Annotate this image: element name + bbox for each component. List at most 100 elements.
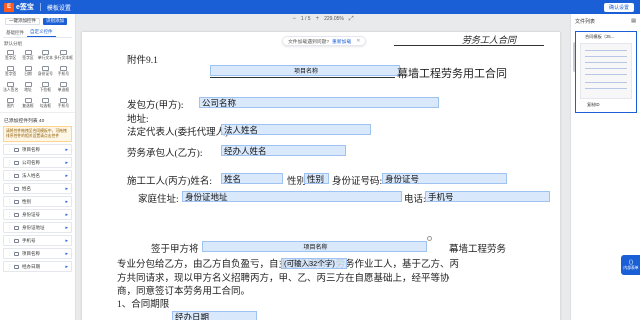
control-item[interactable]: 单选框 (54, 80, 73, 94)
control-item[interactable]: 地址 (19, 80, 36, 94)
control-icon (59, 98, 67, 103)
expand-icon[interactable]: ▸ (65, 160, 68, 166)
control-icon (7, 82, 15, 87)
recognize-add-button[interactable]: 识别添加 (43, 17, 67, 25)
control-icon (59, 50, 67, 55)
expand-icon[interactable]: ▸ (65, 147, 68, 153)
control-item[interactable]: 复选框 (19, 96, 36, 110)
project-name-field-2[interactable]: 项目名称 (202, 241, 427, 252)
group-title[interactable]: 默认分组 (0, 38, 75, 48)
phone-field[interactable]: 手机号 (425, 191, 550, 202)
party-a-label: 发包方(甲方): (127, 101, 184, 111)
file-thumbnail[interactable] (580, 43, 632, 99)
control-icon (41, 98, 49, 103)
collapse-icon[interactable]: ▤ (631, 18, 636, 24)
control-icon (24, 82, 32, 87)
control-item[interactable]: 勾选框 (37, 96, 54, 110)
drag-handle-icon[interactable]: ⋮⋮ (7, 160, 17, 166)
expand-icon[interactable]: ▸ (65, 212, 68, 218)
gender-field[interactable]: 性别 (304, 173, 329, 184)
zoom-in-button[interactable]: + (316, 16, 320, 22)
drag-handle-icon[interactable]: ⋮⋮ (7, 238, 17, 244)
field-list-item[interactable]: ⋮⋮ 姓名 ▸ (3, 183, 72, 194)
id-number-label: 身份证号码: (332, 177, 383, 187)
rotate-handle-icon[interactable] (427, 236, 432, 241)
brand: E e签宝 (0, 0, 34, 14)
control-icon (41, 66, 49, 71)
company-name-field[interactable]: 公司名称 (199, 97, 439, 108)
document-page: 劳务工人合同 附件9.1 项目名称 幕墙工程劳务用工合同 发包方(甲方): 公司… (82, 32, 560, 320)
control-item[interactable]: 签字区 (2, 48, 19, 62)
field-list-item[interactable]: ⋮⋮ 法人姓名 ▸ (3, 170, 72, 181)
reload-link[interactable]: 重新加载 (332, 38, 351, 45)
drag-handle-icon[interactable]: ⋮⋮ (7, 264, 17, 270)
field-list-item[interactable]: ⋮⋮ 公司名称 ▸ (3, 157, 72, 168)
confirm-settings-button[interactable]: 确认设置 (604, 2, 634, 12)
control-item[interactable]: 签字区 (19, 48, 36, 62)
field-list-item[interactable]: ⋮⋮ 项目名称 ▸ (3, 144, 72, 155)
internal-form-tab[interactable]: ⟨⟩ 内部表单 (621, 255, 640, 275)
name-field[interactable]: 姓名 (221, 173, 283, 184)
control-grid: 签字区 签字区 单行文本 多行文本框 签字签 日期 身份证号 手机号 法人签名 … (0, 48, 75, 110)
control-item[interactable]: 手机号 (54, 64, 73, 78)
drag-handle-icon[interactable]: ⋮⋮ (7, 225, 17, 231)
file-name: 合同模板（25... (585, 34, 615, 39)
tab-basic-controls[interactable]: 基础控件 (3, 28, 27, 37)
legal-name-field[interactable]: 法人姓名 (221, 124, 371, 135)
text-field-icon (14, 199, 19, 204)
expand-icon[interactable]: ▸ (65, 238, 68, 244)
copy-id-button[interactable]: 复制ID (576, 100, 636, 108)
drag-handle-icon[interactable]: ⋮⋮ (7, 251, 17, 257)
header-underline (394, 45, 544, 46)
drag-handle-icon[interactable]: ⋮⋮ (7, 212, 17, 218)
field-list-item[interactable]: ⋮⋮ 身份证号 ▸ (3, 209, 72, 220)
field-list-item[interactable]: ⋮⋮ 经办日期 ▸ (3, 261, 72, 272)
one-click-add-button[interactable]: 一键添加控件 (5, 17, 40, 25)
field-list-item[interactable]: ⋮⋮ 手机号 ▸ (3, 235, 72, 246)
control-item[interactable]: 图片 (2, 96, 19, 110)
agent-name-field[interactable]: 经办人姓名 (221, 145, 346, 156)
control-item[interactable]: 多行文本框 (54, 48, 73, 62)
drag-handle-icon[interactable]: ⋮⋮ (7, 173, 17, 179)
expand-icon[interactable]: ▸ (65, 173, 68, 179)
field-list-item[interactable]: ⋮⋮ 性别 ▸ (3, 196, 72, 207)
topbar-divider (39, 3, 41, 11)
project-name-field[interactable]: 项目名称 (210, 65, 400, 76)
control-label: 签字区 (22, 56, 34, 60)
zoom-out-button[interactable]: − (292, 16, 296, 22)
control-item[interactable]: 签字签 (2, 64, 19, 78)
close-icon[interactable]: ✕ (356, 39, 360, 44)
control-item[interactable]: 单行文本 (37, 48, 54, 62)
section-1-heading: 1、合同期限 (117, 300, 170, 310)
tab-custom-controls[interactable]: 自定义控件 (27, 28, 56, 37)
fit-page-icon[interactable]: ⤢ (349, 16, 354, 23)
id-address-field[interactable]: 身份证地址 (182, 191, 402, 202)
file-card[interactable]: 合同模板（25... 复制ID (575, 31, 637, 113)
date-field[interactable]: 经办日期 (172, 311, 257, 320)
drag-handle-icon[interactable]: ⋮⋮ (7, 147, 17, 153)
drag-handle-icon[interactable]: ⋮⋮ (7, 186, 17, 192)
control-label: 签字签 (4, 72, 17, 76)
control-item[interactable]: 手机号 (54, 96, 73, 110)
expand-icon[interactable]: ▸ (65, 264, 68, 270)
id-number-field[interactable]: 身份证号 (382, 173, 507, 184)
worker-label: 施工工人(丙方)姓名: (127, 177, 212, 187)
load-problem-notice: 文件加载遇到问题? 重新加载 ✕ (282, 36, 367, 46)
field-list-item[interactable]: ⋮⋮ 项目名称 ▸ (3, 248, 72, 259)
field-label: 身份证号 (22, 211, 40, 217)
expand-icon[interactable]: ▸ (65, 186, 68, 192)
legal-rep-label: 法定代表人(委托代理人): (127, 128, 231, 138)
control-item[interactable]: 法人签名 (2, 80, 19, 94)
control-item[interactable]: 下拉框 (37, 80, 54, 94)
control-icon (59, 82, 67, 87)
input-hint-field[interactable]: (可输入32个字) (281, 258, 347, 269)
drag-handle-icon[interactable]: ⋮⋮ (7, 199, 17, 205)
text-field-icon (14, 147, 19, 152)
zoom-level[interactable]: 229.05% (324, 16, 344, 22)
expand-icon[interactable]: ▸ (65, 225, 68, 231)
field-list-item[interactable]: ⋮⋮ 身份证地址 ▸ (3, 222, 72, 233)
expand-icon[interactable]: ▸ (65, 251, 68, 257)
control-item[interactable]: 日期 (19, 64, 36, 78)
control-item[interactable]: 身份证号 (37, 64, 54, 78)
expand-icon[interactable]: ▸ (65, 199, 68, 205)
